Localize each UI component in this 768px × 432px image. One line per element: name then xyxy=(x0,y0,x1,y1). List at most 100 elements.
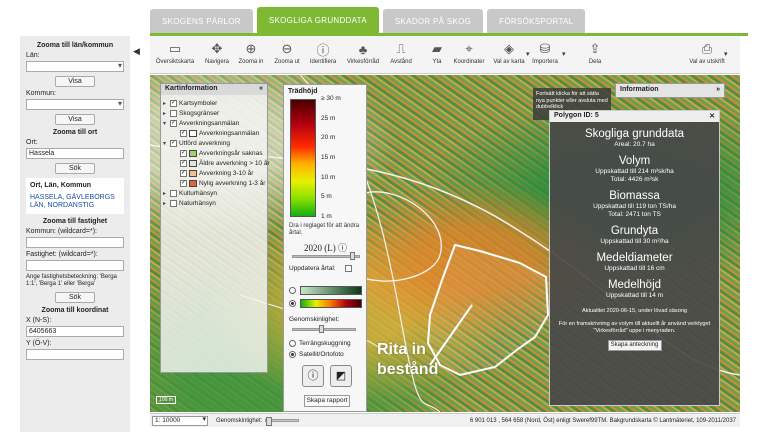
layer-checkbox[interactable]: ✓ xyxy=(180,179,187,187)
expand-toggle-icon[interactable]: ▸ xyxy=(163,110,170,117)
satellite-radio[interactable] xyxy=(289,351,296,358)
fastighet-hint: Ange fastighetsbeteckning: 'Berga 1:1', … xyxy=(26,274,117,287)
polygon-section: Biomassa Uppskattad till 119 ton TS/ha Tot… xyxy=(550,190,719,219)
legend-tick-label: 1 m xyxy=(321,213,332,220)
database-icon: ⛁ xyxy=(539,41,551,56)
info-panel-collapse-icon[interactable]: » xyxy=(716,86,720,95)
layer-tree-item[interactable]: ✓ Nylig avverkning 1-3 år xyxy=(163,178,265,188)
create-annotation-button[interactable]: Skapa anteckning xyxy=(607,340,662,351)
height-color-ramp xyxy=(290,99,316,217)
toolbar-label: Dela xyxy=(588,59,602,65)
chevron-down-icon[interactable]: ▾ xyxy=(562,50,566,58)
layer-checkbox[interactable]: ✓ xyxy=(180,159,187,167)
ramp-color-radio[interactable] xyxy=(289,300,296,307)
layer-tree-item[interactable]: ▸ Kulturhänsyn xyxy=(163,188,265,198)
update-year-checkbox[interactable] xyxy=(344,265,352,272)
layer-label: Kartsymboler xyxy=(179,99,218,107)
layer-tree-item[interactable]: ▸ Naturhänsyn xyxy=(163,198,265,208)
kommun-select[interactable] xyxy=(26,99,124,110)
lan-label: Län: xyxy=(26,52,40,59)
layer-tree-item[interactable]: ▸ ✓ Kartsymboler xyxy=(163,98,265,108)
tab-skador-pa-skog[interactable]: SKADOR PÅ SKOG xyxy=(382,9,484,33)
toolbar-label: Importera xyxy=(532,59,558,65)
toolbar-label: Zooma ut xyxy=(274,59,300,65)
year-slider-handle[interactable] xyxy=(350,252,355,260)
layer-tree-item[interactable]: ✓ Avverkningsår saknas xyxy=(163,148,265,158)
layer-tree-item[interactable]: ▾ ✓ Utförd avverkning xyxy=(163,138,265,148)
x-input[interactable]: 6405663 xyxy=(26,326,124,337)
information-panel-header: Information » xyxy=(615,83,725,98)
polygon-section-value: Uppskattad till 14 m xyxy=(605,292,664,299)
sok-fastighet-button[interactable]: Sök xyxy=(55,292,95,303)
visa-lan-button[interactable]: Visa xyxy=(55,76,95,87)
year-slider[interactable] xyxy=(292,252,360,260)
sok-ort-button[interactable]: Sök xyxy=(55,163,95,174)
terrain-radio[interactable] xyxy=(289,340,296,347)
expand-toggle-icon[interactable]: ▸ xyxy=(163,190,170,197)
transparency-slider[interactable] xyxy=(292,325,356,333)
tab-forsoksportal[interactable]: FÖRSÖKSPORTAL xyxy=(487,9,586,33)
zoom-koordinat-title: Zooma till koordinat xyxy=(41,307,109,314)
layer-checkbox[interactable]: ✓ xyxy=(170,139,177,147)
result-link[interactable]: HASSELA, GÄVLEBORGS LÄN, NORDANSTIG xyxy=(30,194,120,210)
ort-input[interactable]: Hassela xyxy=(26,148,124,159)
create-report-button[interactable]: Skapa rapport xyxy=(304,395,350,407)
legend-info-button[interactable]: ⓘ xyxy=(302,365,324,387)
layer-tree-item[interactable]: ▸ Skogsgränser xyxy=(163,108,265,118)
layer-tree-item[interactable]: ✓ Äldre avverkning > 10 år xyxy=(163,158,270,168)
legend-year: 2020 (L) ⓘ xyxy=(304,241,347,254)
legend-note: Dra i reglaget för att ändra årtal. xyxy=(289,223,360,236)
toolbar-overview-map-button[interactable]: ▭ Översiktskarta xyxy=(152,39,198,65)
legend-tool-button[interactable]: ◩ xyxy=(330,365,352,387)
info-icon: ⓘ xyxy=(316,42,330,58)
polygon-forecast-note: För en framskrivning av volym till aktue… xyxy=(558,321,711,334)
expand-toggle-icon[interactable]: ▸ xyxy=(163,200,170,207)
layer-swatch xyxy=(189,149,197,157)
visa-kommun-button[interactable]: Visa xyxy=(55,114,95,125)
layer-tree-item[interactable]: ▾ ✓ Avverkningsanmälan xyxy=(163,118,265,128)
zoom-lan-title: Zooma till län/kommun xyxy=(36,42,114,49)
legend-tick-label: 15 m xyxy=(321,154,336,161)
kommun-wild-input[interactable] xyxy=(26,237,124,248)
year-info-icon[interactable]: ⓘ xyxy=(338,243,347,253)
ramp-option-color[interactable] xyxy=(289,300,299,307)
terrain-row[interactable]: Terrängskuggning xyxy=(289,340,351,347)
expand-toggle-icon[interactable]: ▸ xyxy=(163,100,170,107)
scale-select[interactable]: 1: 10000 xyxy=(152,415,208,426)
layer-checkbox[interactable]: ✓ xyxy=(170,99,177,107)
status-transparency-slider[interactable] xyxy=(265,417,300,426)
lan-select[interactable] xyxy=(26,61,124,72)
polygon-section-value: Total: 2471 ton TS xyxy=(608,211,661,218)
sidebar-collapse-icon[interactable]: ◀ xyxy=(133,46,140,57)
tab-skogliga-grunddata[interactable]: SKOGLIGA GRUNDDATA xyxy=(256,7,379,33)
layer-checkbox[interactable]: ✓ xyxy=(170,119,177,127)
layer-checkbox[interactable]: ✓ xyxy=(180,129,187,137)
layer-checkbox[interactable] xyxy=(170,189,177,197)
kartinfo-close-icon[interactable]: « xyxy=(259,85,263,94)
tab-skogens-parlor[interactable]: SKOGENS PÄRLOR xyxy=(150,9,253,33)
chevron-down-icon[interactable]: ▾ xyxy=(724,50,728,58)
toolbar-share-button[interactable]: ⇪ Dela xyxy=(572,39,618,65)
polygon-close-icon[interactable]: ✕ xyxy=(709,112,715,121)
expand-toggle-icon[interactable]: ▾ xyxy=(163,120,170,127)
transparency-slider-handle[interactable] xyxy=(319,325,324,333)
layer-checkbox[interactable] xyxy=(170,109,177,117)
polygon-section-heading: Volym xyxy=(618,155,651,167)
polygon-section: Medeldiameter Uppskattad till 16 cm xyxy=(550,252,719,273)
satellite-row[interactable]: Satellit/Ortofoto xyxy=(289,351,344,358)
layer-checkbox[interactable]: ✓ xyxy=(180,149,187,157)
map-toolbar: ▭ Översiktskarta ✥ Navigera ⊕ Zooma in ⊖ Zooma … xyxy=(150,36,740,74)
layer-tree-item[interactable]: ✓ Avverkningsanmälan xyxy=(163,128,265,138)
ramp-option-dark[interactable] xyxy=(289,287,299,294)
layer-checkbox[interactable] xyxy=(170,199,177,207)
y-input[interactable] xyxy=(26,349,124,360)
fastighet-wild-input[interactable] xyxy=(26,260,124,271)
layer-tree-item[interactable]: ✓ Avverkning 3-10 år xyxy=(163,168,265,178)
expand-toggle-icon[interactable]: ▾ xyxy=(163,140,170,147)
layer-checkbox[interactable]: ✓ xyxy=(180,169,187,177)
ramp-dark-radio[interactable] xyxy=(289,287,296,294)
layer-swatch xyxy=(189,159,197,167)
transparency-label: Genomskinlighet: xyxy=(289,316,340,323)
zoom-ort-title: Zooma till ort xyxy=(52,129,98,136)
ramp-color-preview xyxy=(300,299,362,308)
